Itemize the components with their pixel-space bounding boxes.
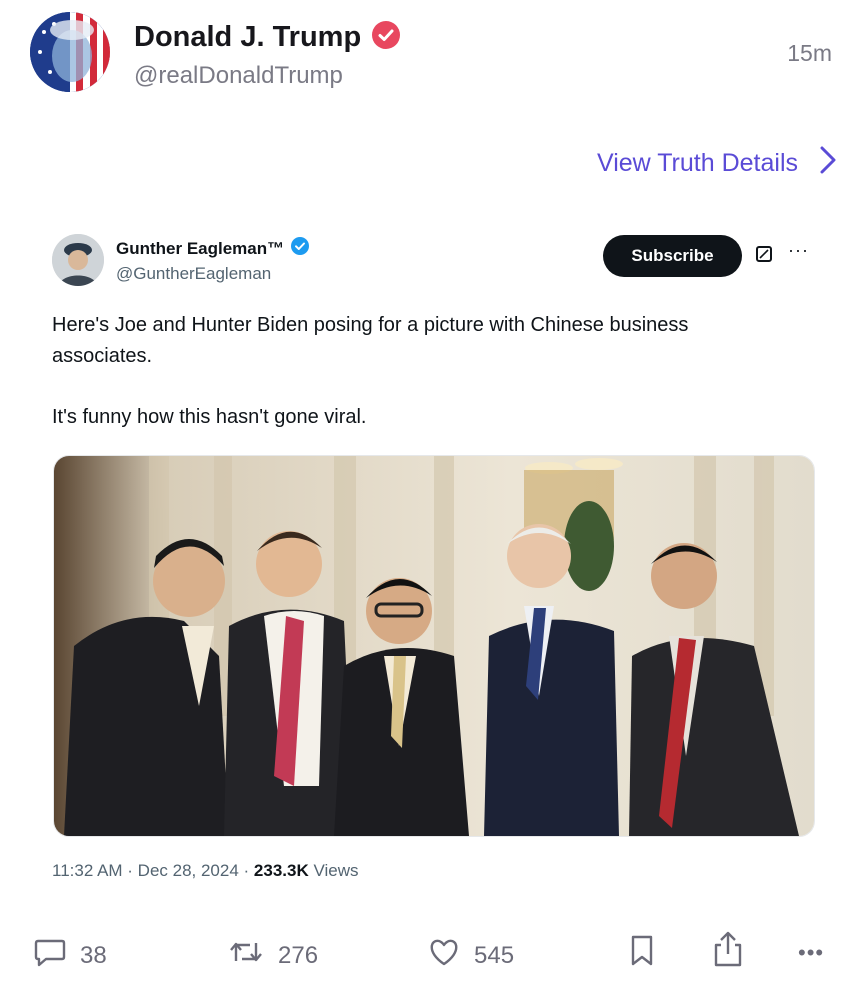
reply-count: 38 xyxy=(80,941,107,969)
like-count: 545 xyxy=(474,941,515,969)
author-handle[interactable]: @realDonaldTrump xyxy=(134,62,343,90)
verified-badge-icon xyxy=(290,236,310,261)
embedded-author-handle[interactable]: @GuntherEagleman xyxy=(116,264,271,284)
like-button[interactable]: 545 xyxy=(428,937,514,974)
embedded-author-avatar[interactable] xyxy=(52,234,104,286)
retruth-count: 276 xyxy=(278,941,319,969)
share-icon[interactable] xyxy=(712,930,744,973)
post-text: Here's Joe and Hunter Biden posing for a… xyxy=(52,314,689,367)
reply-icon xyxy=(34,937,66,974)
verified-badge-icon xyxy=(371,20,401,55)
subscribe-button[interactable]: Subscribe xyxy=(603,235,742,277)
post-time: 15m xyxy=(787,40,832,66)
view-truth-details-link[interactable]: View Truth Details xyxy=(597,146,836,181)
author-name[interactable]: Donald J. Trump xyxy=(134,21,361,54)
bookmark-icon[interactable] xyxy=(630,935,654,972)
post-timestamp: 11:32 AM · Dec 28, 2024 · xyxy=(52,861,254,880)
retruth-icon xyxy=(228,937,264,974)
post-text-secondary: It's funny how this hasn't gone viral. xyxy=(52,406,367,428)
author-avatar[interactable] xyxy=(30,12,110,92)
grok-icon[interactable] xyxy=(756,246,772,262)
view-details-label: View Truth Details xyxy=(596,149,798,177)
heart-icon xyxy=(428,937,460,974)
embedded-author-name[interactable]: Gunther Eagleman™ xyxy=(116,239,284,259)
more-actions-icon[interactable]: ••• xyxy=(798,940,824,966)
more-options-icon[interactable]: ··· xyxy=(788,240,809,261)
views-count: 233.3K xyxy=(253,861,309,880)
reply-button[interactable]: 38 xyxy=(34,937,107,974)
post-photo[interactable] xyxy=(53,455,815,837)
retruth-button[interactable]: 276 xyxy=(228,937,318,974)
chevron-right-icon xyxy=(820,146,836,181)
post-metadata: 11:32 AM · Dec 28, 2024 · 233.3K Views xyxy=(52,861,359,881)
views-label: Views xyxy=(313,861,359,880)
